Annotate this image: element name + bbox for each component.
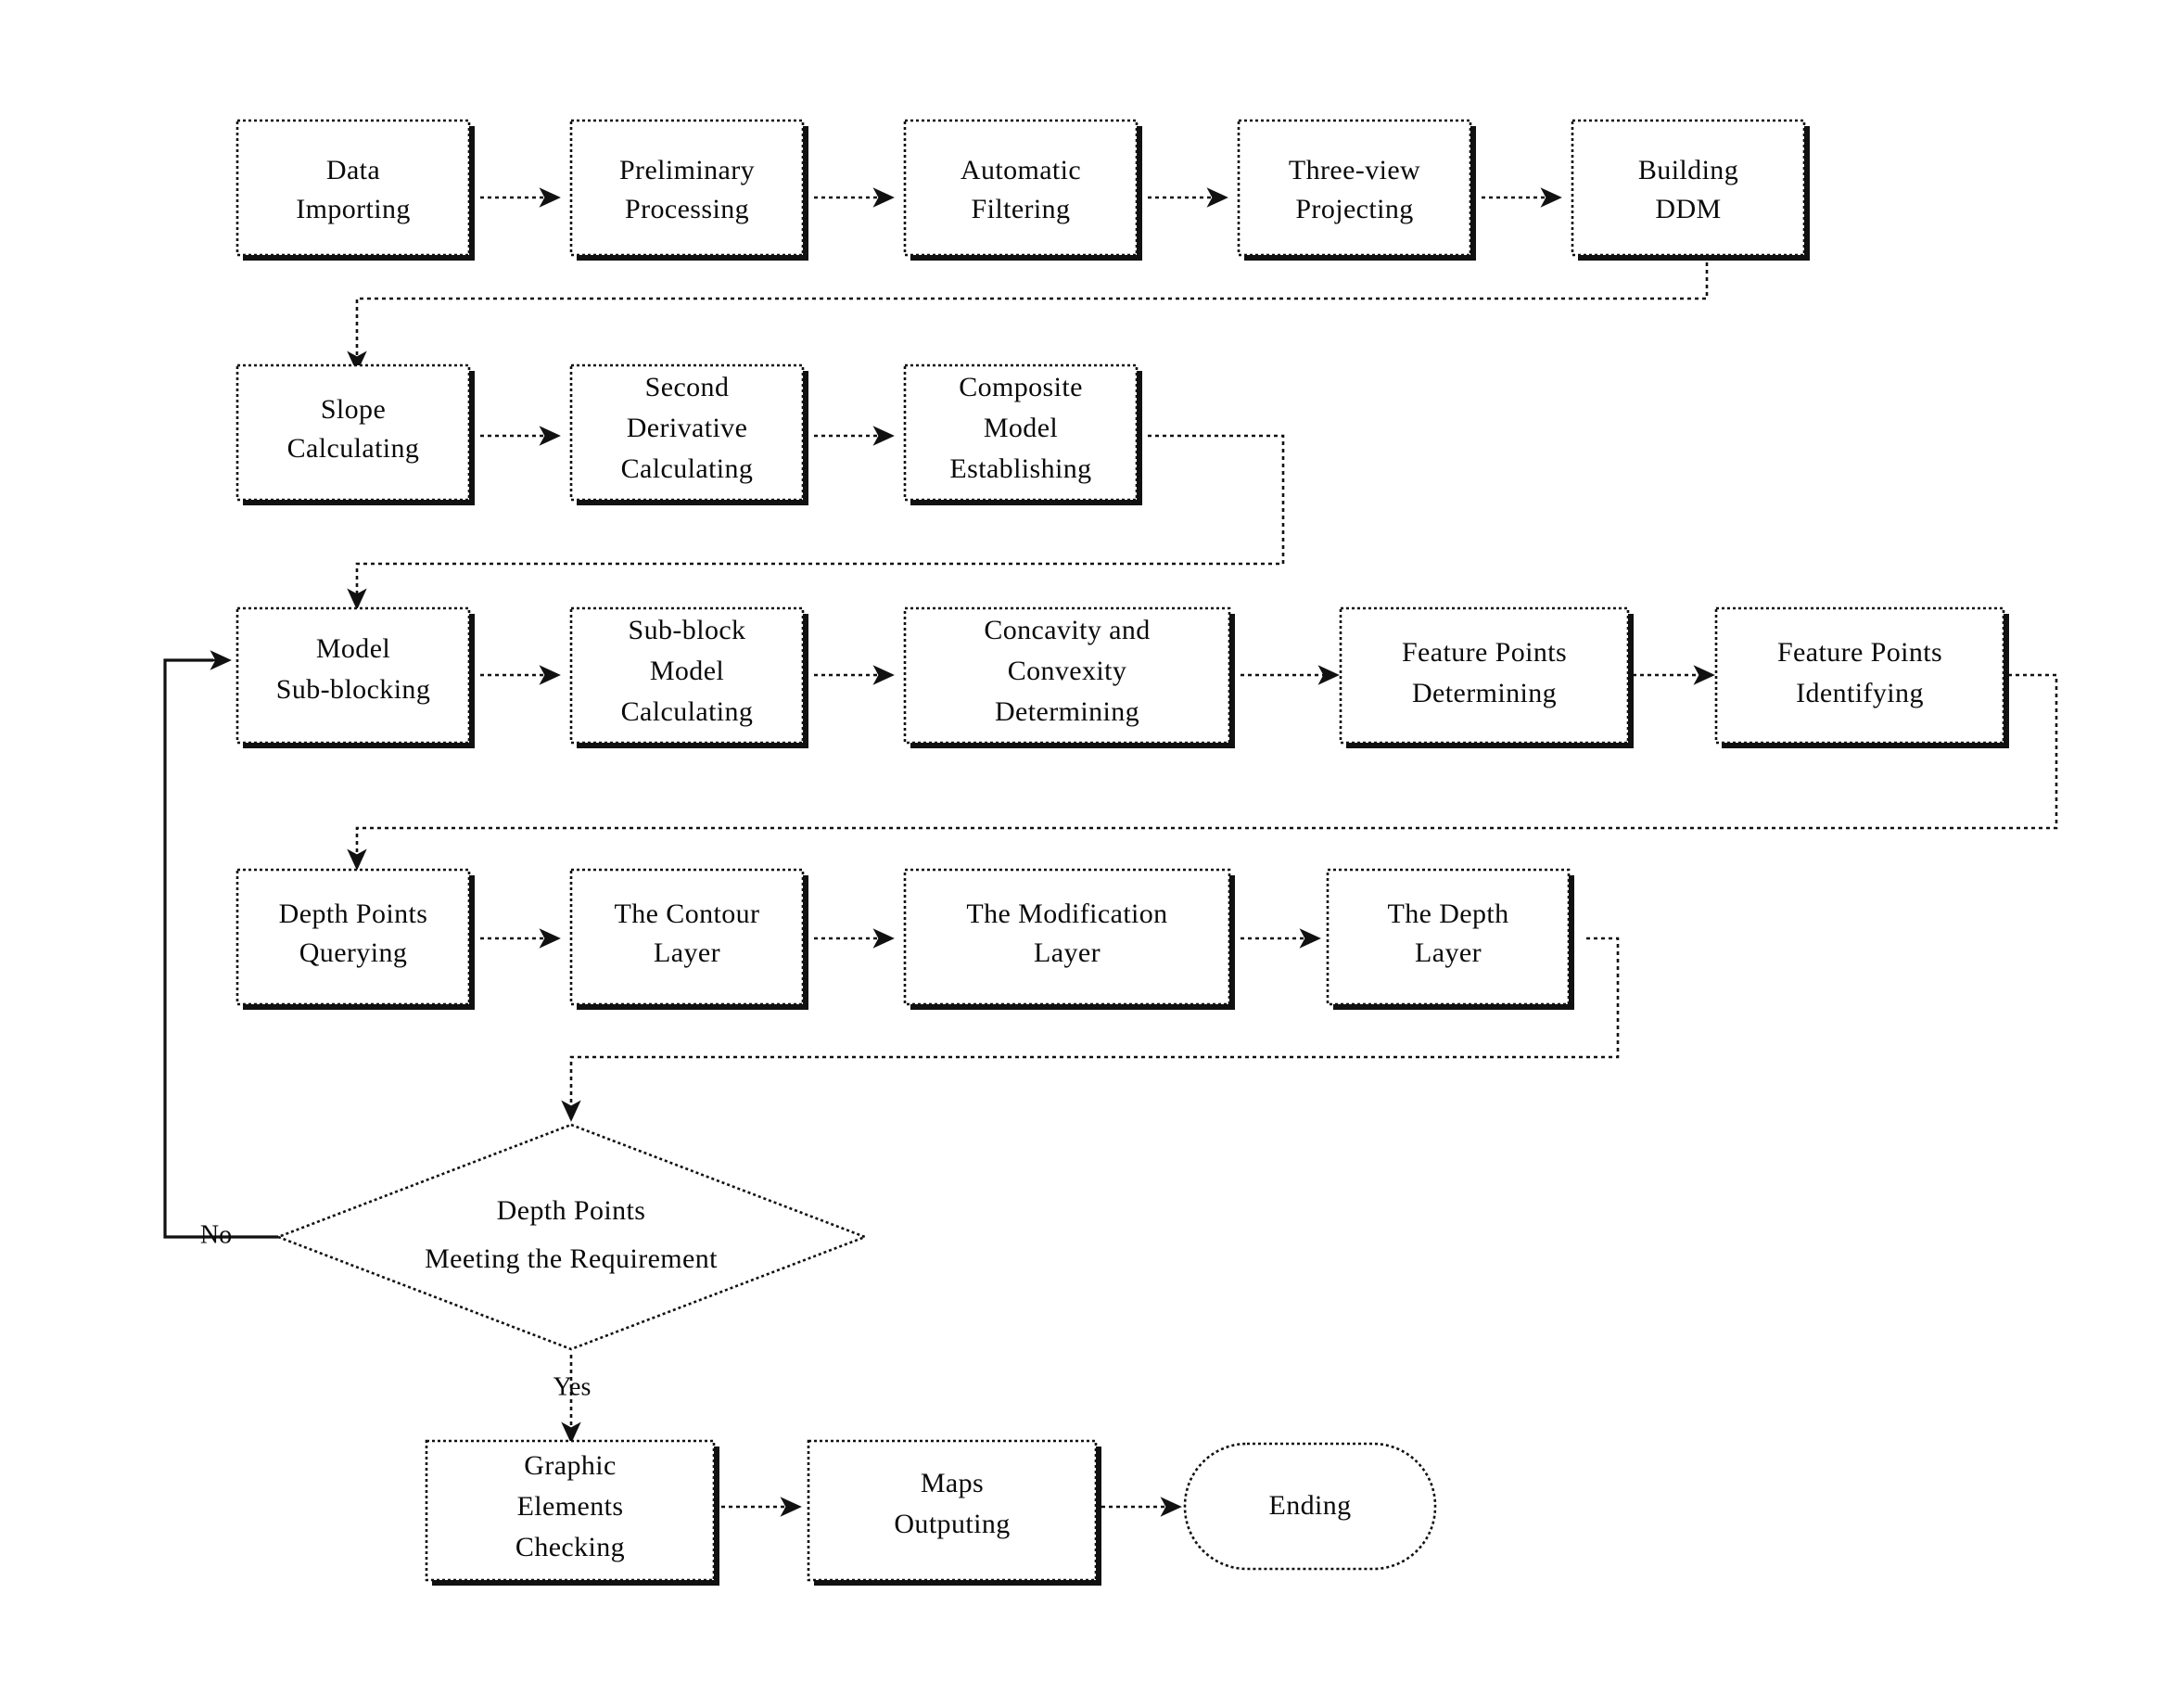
node-slope-calculating[interactable]: Slope Calculating bbox=[235, 363, 475, 505]
node-label-line: Filtering bbox=[972, 194, 1071, 224]
node-decision-depth-points-requirement[interactable]: Depth Points Meeting the Requirement bbox=[274, 1123, 869, 1351]
node-label-line: Three-view bbox=[1289, 155, 1420, 185]
node-label-line: Layer bbox=[1415, 937, 1482, 968]
node-label-line: Slope bbox=[321, 394, 386, 425]
node-label-line: Ending bbox=[1268, 1490, 1351, 1521]
node-composite-model-establishing[interactable]: Composite Model Establishing bbox=[903, 363, 1142, 505]
node-the-contour-layer[interactable]: The Contour Layer bbox=[569, 868, 808, 1010]
node-automatic-filtering[interactable]: Automatic Filtering bbox=[903, 119, 1142, 261]
node-label-line: Layer bbox=[1034, 937, 1101, 968]
node-label-line: Convexity bbox=[1008, 656, 1127, 686]
node-label-line: Composite bbox=[959, 372, 1083, 402]
node-label-line: Model bbox=[316, 633, 390, 664]
node-feature-points-identifying[interactable]: Feature Points Identifying bbox=[1714, 606, 2009, 748]
node-label-line: The Contour bbox=[615, 899, 760, 929]
node-label-line: DDM bbox=[1655, 194, 1721, 224]
node-label-line: Establishing bbox=[949, 453, 1091, 484]
node-label-line: Maps bbox=[921, 1468, 984, 1498]
node-concavity-convexity-determining[interactable]: Concavity and Convexity Determining bbox=[903, 606, 1235, 748]
node-building-ddm[interactable]: Building DDM bbox=[1571, 119, 1810, 261]
edge-label-yes: Yes bbox=[553, 1372, 592, 1401]
node-label-line: Depth Points bbox=[279, 899, 428, 929]
node-label-line: Data bbox=[326, 155, 380, 185]
node-label-line: The Depth bbox=[1387, 899, 1508, 929]
edge-ddm-to-slope bbox=[347, 262, 1709, 373]
node-label-line: Model bbox=[650, 656, 724, 686]
flowchart-canvas: No Yes Data Importing Preliminary Proces… bbox=[0, 0, 2163, 1708]
node-label-line: Calculating bbox=[287, 433, 420, 464]
node-model-sub-blocking[interactable]: Model Sub-blocking bbox=[235, 606, 475, 748]
edge-label-no: No bbox=[200, 1220, 232, 1249]
node-label-line: Meeting the Requirement bbox=[425, 1243, 718, 1274]
node-feature-points-determining[interactable]: Feature Points Determining bbox=[1339, 606, 1634, 748]
flowchart-svg: No Yes Data Importing Preliminary Proces… bbox=[163, 119, 2058, 1586]
node-label-line: Outputing bbox=[894, 1509, 1010, 1539]
node-label-line: Concavity and bbox=[984, 615, 1150, 645]
node-ending-terminal[interactable]: Ending bbox=[1183, 1442, 1437, 1571]
node-label-line: Preliminary bbox=[619, 155, 755, 185]
node-label-line: Layer bbox=[654, 937, 720, 968]
node-label-line: Graphic bbox=[524, 1450, 616, 1481]
node-label-line: Building bbox=[1638, 155, 1738, 185]
node-label-line: Feature Points bbox=[1777, 637, 1942, 668]
node-label-line: Checking bbox=[515, 1532, 625, 1562]
node-depth-points-querying[interactable]: Depth Points Querying bbox=[235, 868, 475, 1010]
node-data-importing[interactable]: Data Importing bbox=[235, 119, 475, 261]
edge-composite-to-model-sub-blocking bbox=[347, 434, 1285, 610]
node-the-depth-layer[interactable]: The Depth Layer bbox=[1326, 868, 1574, 1010]
node-label-line: Querying bbox=[299, 937, 408, 968]
node-label-line: Second bbox=[645, 372, 730, 402]
node-label-line: Elements bbox=[517, 1491, 624, 1522]
node-graphic-elements-checking[interactable]: Graphic Elements Checking bbox=[425, 1439, 719, 1586]
node-label-line: Automatic bbox=[961, 155, 1081, 185]
node-label-line: The Modification bbox=[966, 899, 1167, 929]
node-preliminary-processing[interactable]: Preliminary Processing bbox=[569, 119, 808, 261]
node-label-line: Calculating bbox=[621, 696, 754, 727]
node-label-line: Projecting bbox=[1295, 194, 1413, 224]
node-label-line: Identifying bbox=[1796, 678, 1924, 708]
node-label-line: Derivative bbox=[627, 413, 748, 443]
node-label-line: Calculating bbox=[621, 453, 754, 484]
node-label-line: Processing bbox=[625, 194, 749, 224]
node-label-line: Depth Points bbox=[497, 1195, 646, 1226]
node-second-derivative-calculating[interactable]: Second Derivative Calculating bbox=[569, 363, 808, 505]
node-label-line: Model bbox=[984, 413, 1058, 443]
node-the-modification-layer[interactable]: The Modification Layer bbox=[903, 868, 1235, 1010]
node-label-line: Determining bbox=[1412, 678, 1557, 708]
node-maps-outputing[interactable]: Maps Outputing bbox=[807, 1439, 1101, 1586]
node-three-view-projecting[interactable]: Three-view Projecting bbox=[1237, 119, 1476, 261]
node-label-line: Determining bbox=[995, 696, 1139, 727]
node-label-line: Feature Points bbox=[1402, 637, 1567, 668]
node-label-line: Sub-block bbox=[629, 615, 746, 645]
node-label-line: Sub-blocking bbox=[276, 674, 430, 705]
node-sub-block-model-calculating[interactable]: Sub-block Model Calculating bbox=[569, 606, 808, 748]
node-label-line: Importing bbox=[296, 194, 411, 224]
